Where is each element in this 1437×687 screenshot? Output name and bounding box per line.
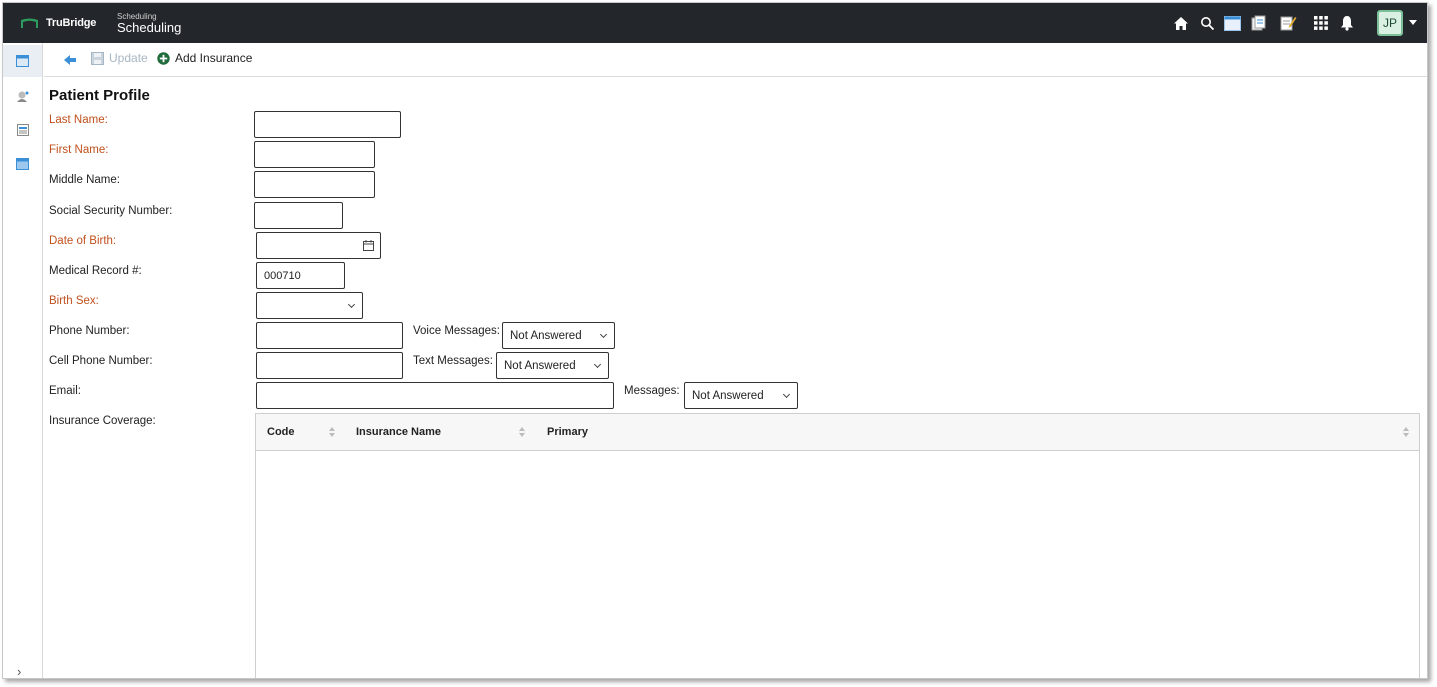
sort-icon[interactable] — [518, 426, 526, 438]
calendar-picker-icon[interactable] — [363, 240, 374, 251]
phone-field[interactable] — [256, 322, 403, 349]
update-button[interactable]: Update — [91, 51, 148, 65]
plus-circle-icon — [157, 51, 170, 65]
update-button-label: Update — [109, 51, 148, 65]
text-messages-label: Text Messages: — [413, 355, 493, 367]
trubridge-logo-icon — [21, 18, 38, 28]
apps-grid-icon[interactable] — [1312, 14, 1330, 32]
toolbar: Update Add Insurance — [44, 43, 1427, 77]
sort-icon[interactable] — [328, 426, 336, 438]
search-icon[interactable] — [1198, 14, 1216, 32]
chevron-down-icon — [782, 390, 791, 399]
sidebar-item-schedule-list[interactable] — [3, 114, 42, 146]
cell-phone-label: Cell Phone Number: — [49, 355, 153, 367]
window-icon[interactable] — [1223, 14, 1241, 32]
middle-name-label: Middle Name: — [49, 174, 120, 186]
phone-label: Phone Number: — [49, 325, 130, 337]
cell-phone-field[interactable] — [256, 352, 403, 379]
voice-messages-value: Not Answered — [510, 329, 582, 342]
chevron-down-icon — [593, 360, 602, 369]
column-header-primary[interactable]: Primary — [547, 426, 588, 438]
calendar-alt-icon — [16, 158, 29, 170]
left-sidebar: › — [3, 43, 43, 678]
last-name-label: Last Name: — [49, 114, 108, 126]
sidebar-item-patient[interactable] — [3, 80, 42, 112]
table-header: Code Insurance Name Primary — [256, 414, 1419, 451]
schedule-list-icon — [16, 124, 29, 136]
app-window: TruBridge Scheduling Scheduling JP › Upd… — [2, 2, 1428, 679]
home-icon[interactable] — [1172, 14, 1190, 32]
messages-label: Messages: — [624, 385, 680, 397]
text-messages-select[interactable]: Not Answered — [496, 352, 609, 379]
first-name-field[interactable] — [254, 141, 375, 168]
brand-name: TruBridge — [46, 17, 97, 29]
birth-sex-label: Birth Sex: — [49, 295, 99, 307]
mrn-field[interactable]: 000710 — [256, 262, 345, 289]
first-name-label: First Name: — [49, 144, 109, 156]
documents-icon[interactable] — [1250, 14, 1268, 32]
column-header-code[interactable]: Code — [267, 426, 295, 438]
user-avatar[interactable]: JP — [1377, 10, 1403, 36]
mrn-value: 000710 — [264, 269, 301, 282]
messages-value: Not Answered — [692, 389, 764, 402]
calendar-icon — [16, 55, 29, 67]
dob-label: Date of Birth: — [49, 235, 117, 247]
user-menu-chevron-down-icon[interactable] — [1409, 20, 1417, 25]
bell-icon[interactable] — [1338, 14, 1356, 32]
voice-messages-select[interactable]: Not Answered — [502, 322, 615, 349]
email-field[interactable] — [256, 382, 614, 409]
back-arrow-icon[interactable] — [62, 52, 78, 68]
sidebar-item-calendar[interactable] — [3, 45, 42, 77]
page-title: Patient Profile — [49, 87, 150, 104]
save-icon — [91, 51, 104, 65]
text-messages-value: Not Answered — [504, 359, 576, 372]
patient-icon — [16, 91, 28, 102]
chevron-down-icon — [347, 300, 356, 309]
insurance-table: Code Insurance Name Primary — [255, 413, 1420, 678]
messages-select[interactable]: Not Answered — [684, 382, 798, 409]
dob-field[interactable] — [256, 232, 381, 259]
insurance-coverage-label: Insurance Coverage: — [49, 415, 156, 427]
add-insurance-label: Add Insurance — [175, 51, 253, 65]
birth-sex-select[interactable] — [256, 292, 363, 319]
sort-icon[interactable] — [1402, 426, 1410, 438]
ssn-field[interactable] — [254, 202, 343, 229]
add-insurance-button[interactable]: Add Insurance — [157, 51, 252, 65]
email-label: Email: — [49, 385, 81, 397]
expand-sidebar-chevron-icon[interactable]: › — [17, 664, 21, 678]
last-name-field[interactable] — [254, 111, 401, 138]
mrn-label: Medical Record #: — [49, 265, 142, 277]
top-bar: TruBridge Scheduling Scheduling JP — [3, 3, 1427, 43]
notes-icon[interactable] — [1279, 14, 1297, 32]
middle-name-field[interactable] — [254, 171, 375, 198]
voice-messages-label: Voice Messages: — [413, 325, 500, 337]
chevron-down-icon — [599, 330, 608, 339]
sidebar-item-calendar-alt[interactable] — [3, 148, 42, 180]
ssn-label: Social Security Number: — [49, 205, 173, 217]
app-title[interactable]: Scheduling — [117, 20, 181, 35]
column-header-insurance-name[interactable]: Insurance Name — [356, 426, 441, 438]
